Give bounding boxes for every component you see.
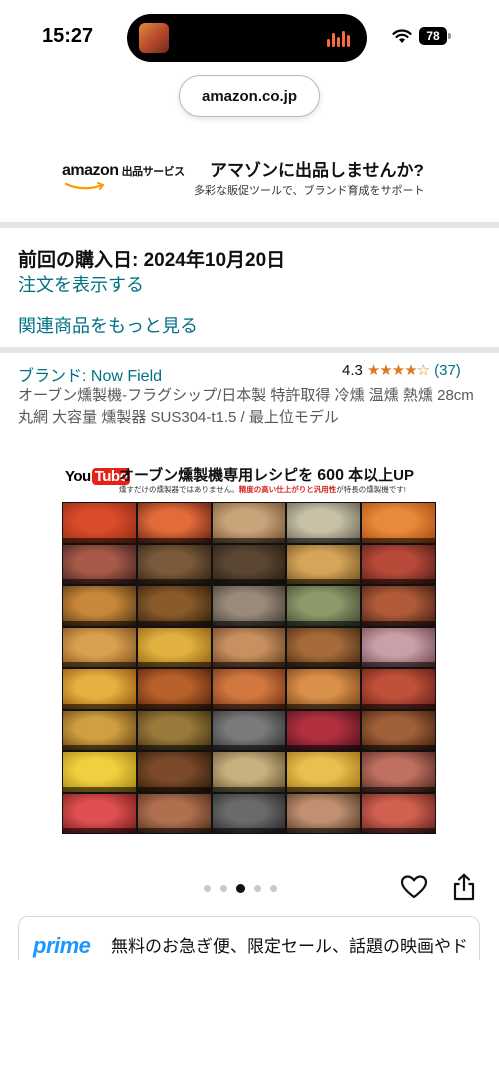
food-photo-tile	[137, 669, 211, 709]
smoked-food-photo-grid	[62, 502, 436, 834]
seller-ad-title: アマゾンに出品しませんか?	[210, 161, 424, 180]
battery-level: 78	[419, 27, 447, 45]
food-photo-tile	[63, 627, 136, 667]
carousel-dot[interactable]	[204, 885, 211, 892]
battery-indicator: 78	[419, 27, 451, 45]
food-photo-tile	[212, 710, 286, 750]
food-photo-tile	[212, 544, 286, 584]
food-photo-tile	[287, 669, 361, 709]
product-image[interactable]: You Tube オーブン燻製機専用レシピを 600 本以上UP 燻すだけの燻製器…	[62, 462, 436, 834]
image-tagline: 燻すだけの燻製器ではありません。精度の高い仕上がりと汎用性が特長の燻製機です!	[119, 484, 406, 495]
image-tagline-pre: 燻すだけの燻製器ではありません。	[119, 485, 239, 494]
food-photo-tile	[287, 627, 361, 667]
image-header-banner: You Tube オーブン燻製機専用レシピを 600 本以上UP 燻すだけの燻製器…	[62, 462, 436, 500]
product-title: オーブン燻製機-フラグシップ/日本製 特許取得 冷燻 温燻 熱燻 28cm丸網 …	[18, 387, 474, 426]
food-photo-tile	[362, 586, 435, 626]
image-headline-pre: オーブン燻製機専用レシピを	[119, 467, 314, 484]
food-photo-tile	[63, 544, 136, 584]
food-photo-tile	[212, 586, 286, 626]
food-photo-tile	[63, 586, 136, 626]
image-carousel-dots[interactable]	[204, 884, 286, 893]
food-photo-tile	[212, 503, 286, 543]
food-photo-tile	[287, 710, 361, 750]
food-photo-tile	[212, 752, 286, 792]
rating-count: (37)	[434, 361, 461, 379]
carousel-dot[interactable]	[270, 885, 277, 892]
food-photo-tile	[63, 710, 136, 750]
amazon-wordmark: amazon	[62, 162, 119, 179]
carousel-dot[interactable]	[254, 885, 261, 892]
food-photo-tile	[362, 544, 435, 584]
address-bar[interactable]: amazon.co.jp	[179, 75, 320, 117]
see-related-products-link[interactable]: 関連商品をもっと見る	[18, 312, 198, 338]
brand-link[interactable]: ブランド: Now Field	[18, 362, 162, 386]
image-headline: オーブン燻製機専用レシピを 600 本以上UP	[119, 464, 414, 485]
amazon-seller-logo: amazon 出品サービス	[62, 162, 185, 180]
food-photo-tile	[137, 752, 211, 792]
prime-logo: prime	[33, 933, 91, 958]
food-photo-tile	[137, 586, 211, 626]
food-photo-tile	[287, 544, 361, 584]
food-photo-tile	[362, 752, 435, 792]
food-photo-tile	[137, 627, 211, 667]
food-photo-tile	[287, 793, 361, 833]
carousel-dot[interactable]	[236, 884, 245, 893]
image-headline-number: 600	[317, 467, 344, 484]
image-tagline-highlight: 精度の高い仕上がりと汎用性	[238, 485, 337, 494]
food-photo-tile	[137, 793, 211, 833]
food-photo-tile	[287, 586, 361, 626]
heart-icon[interactable]	[400, 873, 428, 901]
status-bar: 15:27 78	[0, 0, 499, 62]
wifi-icon	[392, 29, 412, 43]
food-photo-tile	[287, 752, 361, 792]
food-photo-tile	[63, 669, 136, 709]
seller-service-label: 出品サービス	[121, 166, 186, 178]
seller-ad-subtitle: 多彩な販促ツールで、ブランド育成をサポート	[194, 185, 425, 197]
food-photo-tile	[362, 669, 435, 709]
food-photo-tile	[63, 752, 136, 792]
audio-waveform-icon	[327, 29, 353, 47]
section-divider	[0, 222, 499, 228]
food-photo-tile	[212, 669, 286, 709]
food-photo-tile	[212, 627, 286, 667]
youtube-logo-you: You	[65, 468, 91, 485]
battery-cap	[448, 33, 451, 39]
star-rating-icon: ★★★★☆	[366, 362, 430, 379]
food-photo-tile	[287, 503, 361, 543]
image-headline-post: 本以上UP	[348, 467, 414, 484]
food-photo-tile	[362, 793, 435, 833]
section-divider	[0, 347, 499, 353]
seller-ad-banner[interactable]: amazon 出品サービス アマゾンに出品しませんか? 多彩な販促ツールで、ブラン…	[0, 148, 499, 220]
food-photo-tile	[212, 793, 286, 833]
food-photo-tile	[362, 503, 435, 543]
page-bottom-blank	[0, 960, 499, 1080]
last-purchase-date: 前回の購入日: 2024年10月20日	[18, 250, 286, 271]
amazon-smile-icon	[64, 182, 105, 190]
food-photo-tile	[63, 503, 136, 543]
food-photo-tile	[137, 544, 211, 584]
status-time: 15:27	[42, 25, 94, 47]
share-icon[interactable]	[451, 873, 477, 901]
dynamic-island[interactable]	[127, 14, 367, 62]
view-order-link[interactable]: 注文を表示する	[18, 271, 144, 297]
food-photo-tile	[63, 793, 136, 833]
food-photo-tile	[362, 627, 435, 667]
food-photo-tile	[137, 503, 211, 543]
food-photo-tile	[362, 710, 435, 750]
image-tagline-post: が特長の燻製機です!	[336, 485, 406, 494]
rating-summary[interactable]: 4.3 ★★★★☆ (37)	[342, 361, 461, 380]
food-photo-tile	[137, 710, 211, 750]
carousel-dot[interactable]	[220, 885, 227, 892]
rating-value: 4.3	[342, 361, 363, 379]
now-playing-artwork	[139, 23, 169, 53]
